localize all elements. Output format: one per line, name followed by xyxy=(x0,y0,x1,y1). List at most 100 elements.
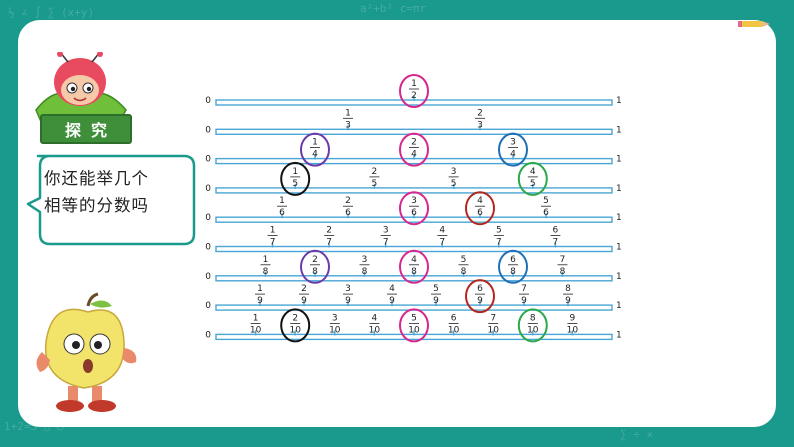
number-line-zero-label: 0 xyxy=(205,243,211,253)
fraction-denominator: 10 xyxy=(567,325,579,335)
number-line-zero-label: 0 xyxy=(205,96,211,106)
fraction-denominator: 9 xyxy=(257,296,263,306)
fraction-denominator: 5 xyxy=(530,179,536,189)
fraction-denominator: 6 xyxy=(411,208,417,218)
fraction-denominator: 4 xyxy=(510,150,516,160)
fraction-denominator: 9 xyxy=(433,296,439,306)
fraction-numerator: 3 xyxy=(411,196,417,206)
fraction-denominator: 10 xyxy=(369,325,381,335)
fraction-numerator: 6 xyxy=(553,226,559,236)
number-line-zero-label: 0 xyxy=(205,272,211,282)
fraction-denominator: 8 xyxy=(560,267,566,277)
fraction-denominator: 10 xyxy=(289,325,301,335)
fraction-denominator: 7 xyxy=(383,238,389,248)
fraction-denominator: 9 xyxy=(565,296,571,306)
fraction-denominator: 3 xyxy=(345,120,351,130)
fraction-numerator: 7 xyxy=(490,313,496,323)
number-line-one-label: 1 xyxy=(616,213,622,223)
fraction-denominator: 10 xyxy=(527,325,539,335)
fraction-numerator: 2 xyxy=(411,138,417,148)
fraction-denominator: 5 xyxy=(451,179,457,189)
fraction-numerator: 2 xyxy=(477,108,483,118)
fraction-numerator: 1 xyxy=(292,167,298,177)
fraction-denominator: 8 xyxy=(461,267,467,277)
fraction-numerator: 2 xyxy=(292,313,298,323)
number-line-one-label: 1 xyxy=(616,243,622,253)
fraction-numerator: 5 xyxy=(411,313,417,323)
number-line-one-label: 1 xyxy=(616,125,622,135)
fraction-numerator: 1 xyxy=(253,313,259,323)
fraction-denominator: 7 xyxy=(270,238,276,248)
fraction-denominator: 9 xyxy=(301,296,307,306)
fraction-numerator: 2 xyxy=(372,167,378,177)
fraction-numerator: 3 xyxy=(362,255,368,265)
fraction-numerator: 8 xyxy=(530,313,536,323)
fraction-denominator: 7 xyxy=(326,238,332,248)
fraction-denominator: 10 xyxy=(250,325,262,335)
fraction-numerator: 6 xyxy=(510,255,516,265)
fraction-numerator: 4 xyxy=(411,255,417,265)
number-line-zero-label: 0 xyxy=(205,330,211,340)
number-line-zero-label: 0 xyxy=(205,125,211,135)
fraction-denominator: 10 xyxy=(487,325,499,335)
fraction-denominator: 2 xyxy=(411,91,417,101)
fraction-numerator: 5 xyxy=(543,196,549,206)
fraction-denominator: 6 xyxy=(477,208,483,218)
fraction-numerator: 5 xyxy=(461,255,467,265)
fraction-denominator: 6 xyxy=(345,208,351,218)
fraction-numerator: 7 xyxy=(560,255,566,265)
fraction-numerator: 5 xyxy=(496,226,502,236)
fraction-numerator: 1 xyxy=(345,108,351,118)
fraction-numerator: 1 xyxy=(263,255,269,265)
number-line-one-label: 1 xyxy=(616,96,622,106)
fraction-numerator: 5 xyxy=(433,284,439,294)
fraction-denominator: 4 xyxy=(411,150,417,160)
fraction-denominator: 7 xyxy=(439,238,445,248)
fraction-numerator: 3 xyxy=(383,226,389,236)
fraction-numerator: 1 xyxy=(270,226,276,236)
number-line-one-label: 1 xyxy=(616,301,622,311)
fraction-numerator: 8 xyxy=(565,284,571,294)
fraction-numerator: 3 xyxy=(451,167,457,177)
fraction-numerator: 4 xyxy=(439,226,445,236)
fraction-numerator: 2 xyxy=(345,196,351,206)
fraction-number-lines: 0 1120 113230 11424340 1152535450 11626364656… xyxy=(205,74,622,343)
fraction-denominator: 5 xyxy=(292,179,298,189)
fraction-numerator: 6 xyxy=(477,284,483,294)
fraction-denominator: 10 xyxy=(448,325,460,335)
fraction-numerator: 9 xyxy=(570,313,576,323)
number-line-zero-label: 0 xyxy=(205,213,211,223)
fraction-denominator: 8 xyxy=(263,267,269,277)
fraction-numerator: 2 xyxy=(312,255,318,265)
fraction-numerator: 6 xyxy=(451,313,457,323)
fraction-denominator: 7 xyxy=(553,238,559,248)
fraction-numerator: 2 xyxy=(326,226,332,236)
fraction-denominator: 9 xyxy=(477,296,483,306)
number-line-zero-label: 0 xyxy=(205,155,211,165)
fraction-denominator: 4 xyxy=(312,150,318,160)
number-line-one-label: 1 xyxy=(616,155,622,165)
fraction-numerator: 4 xyxy=(530,167,536,177)
fraction-numerator: 4 xyxy=(477,196,483,206)
fraction-denominator: 8 xyxy=(411,267,417,277)
fraction-denominator: 7 xyxy=(496,238,502,248)
fraction-denominator: 6 xyxy=(543,208,549,218)
fraction-numerator: 4 xyxy=(372,313,378,323)
number-line-zero-label: 0 xyxy=(205,184,211,194)
fraction-denominator: 8 xyxy=(510,267,516,277)
fraction-numerator: 3 xyxy=(332,313,338,323)
fraction-numerator: 3 xyxy=(510,138,516,148)
fraction-numerator: 4 xyxy=(389,284,395,294)
fraction-denominator: 8 xyxy=(362,267,368,277)
number-line-one-label: 1 xyxy=(616,330,622,340)
fraction-numerator: 2 xyxy=(301,284,307,294)
fraction-denominator: 8 xyxy=(312,267,318,277)
fraction-denominator: 10 xyxy=(408,325,420,335)
fraction-denominator: 9 xyxy=(389,296,395,306)
fraction-numerator: 1 xyxy=(257,284,263,294)
fraction-numerator: 3 xyxy=(345,284,351,294)
number-line-zero-label: 0 xyxy=(205,301,211,311)
fraction-numerator: 1 xyxy=(411,79,417,89)
fraction-denominator: 10 xyxy=(329,325,341,335)
fraction-denominator: 6 xyxy=(279,208,285,218)
